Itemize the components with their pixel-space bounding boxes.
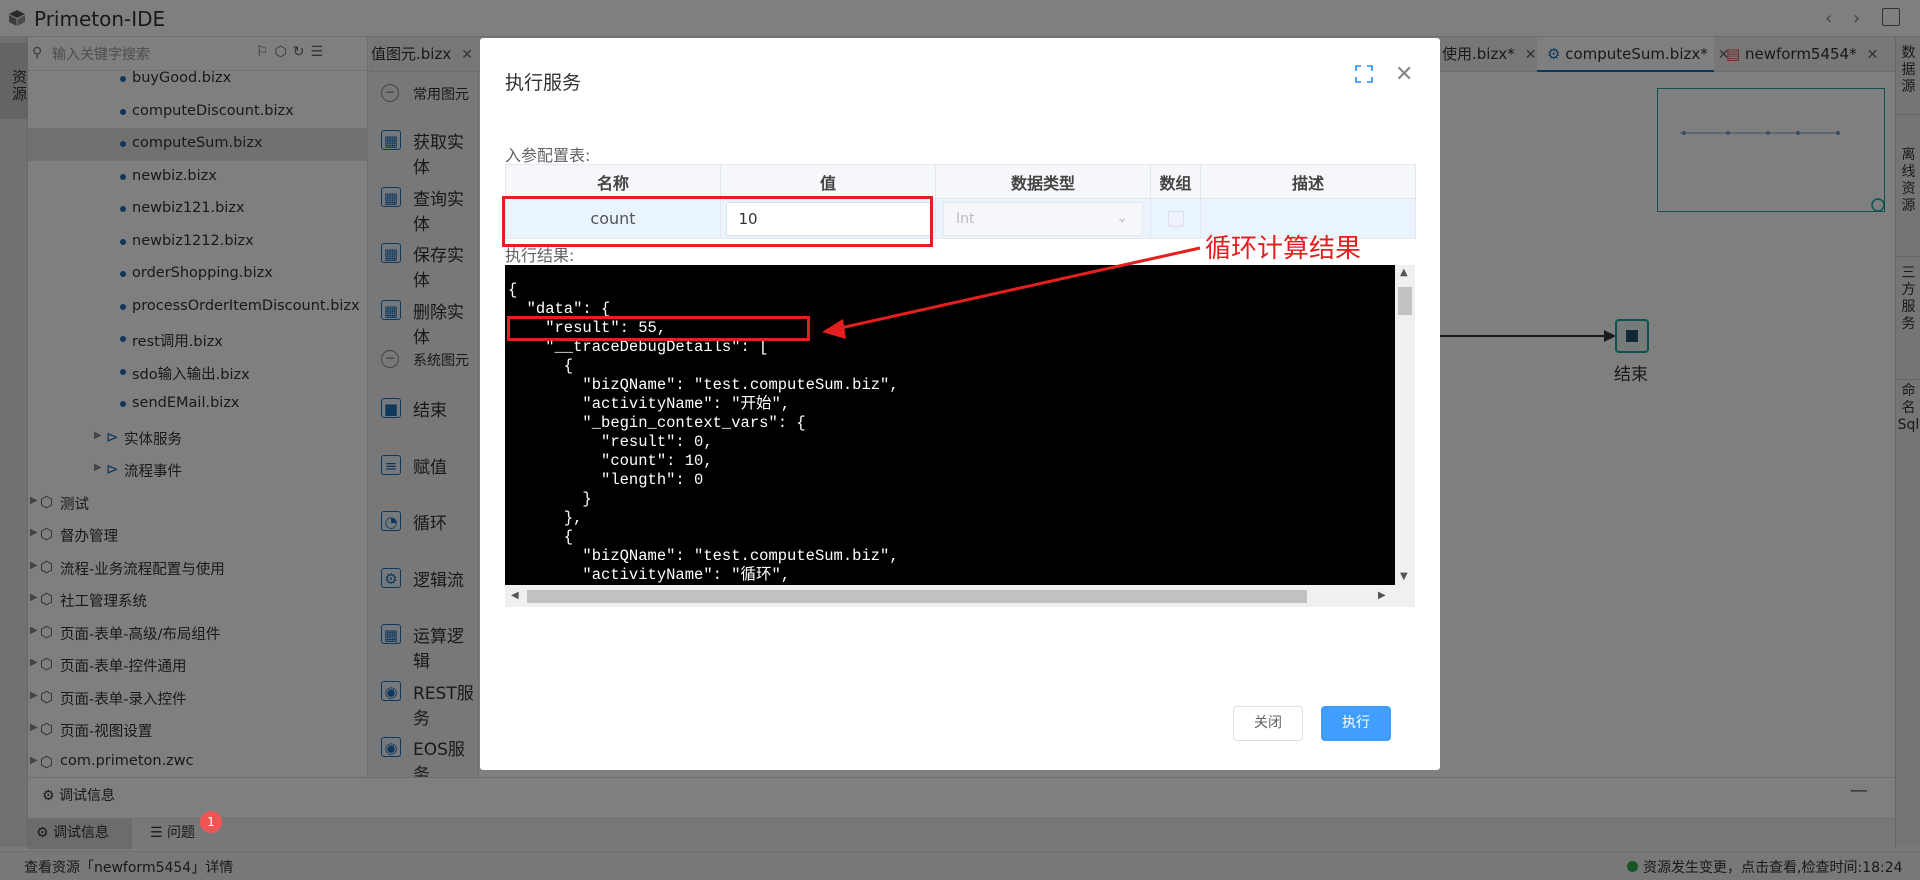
annotation-text: 循环计算结果 [1205,234,1362,264]
annotation-arrow [822,246,1201,339]
